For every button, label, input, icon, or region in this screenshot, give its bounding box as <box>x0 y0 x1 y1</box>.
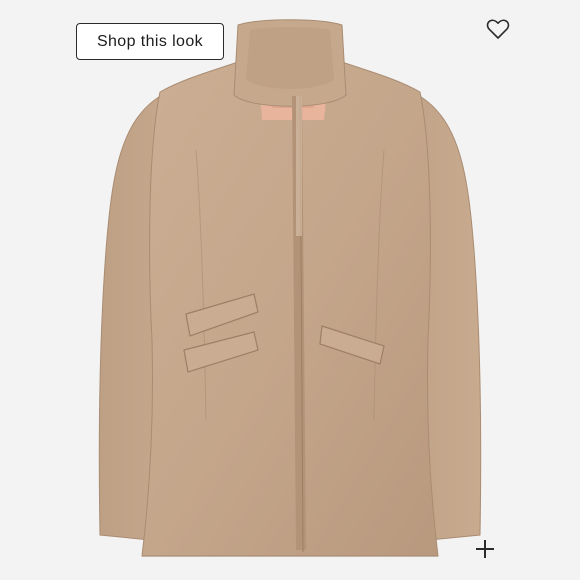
shop-this-look-button[interactable]: Shop this look <box>76 23 224 60</box>
coat-body <box>141 61 439 557</box>
like-button[interactable] <box>483 14 513 44</box>
heart-outline-icon <box>486 19 510 39</box>
coat-product-image <box>98 19 482 557</box>
product-image-viewer: Shop this look <box>0 0 580 580</box>
shop-this-look-label: Shop this look <box>96 32 204 50</box>
zoom-button[interactable] <box>467 531 503 567</box>
plus-icon <box>476 540 494 558</box>
